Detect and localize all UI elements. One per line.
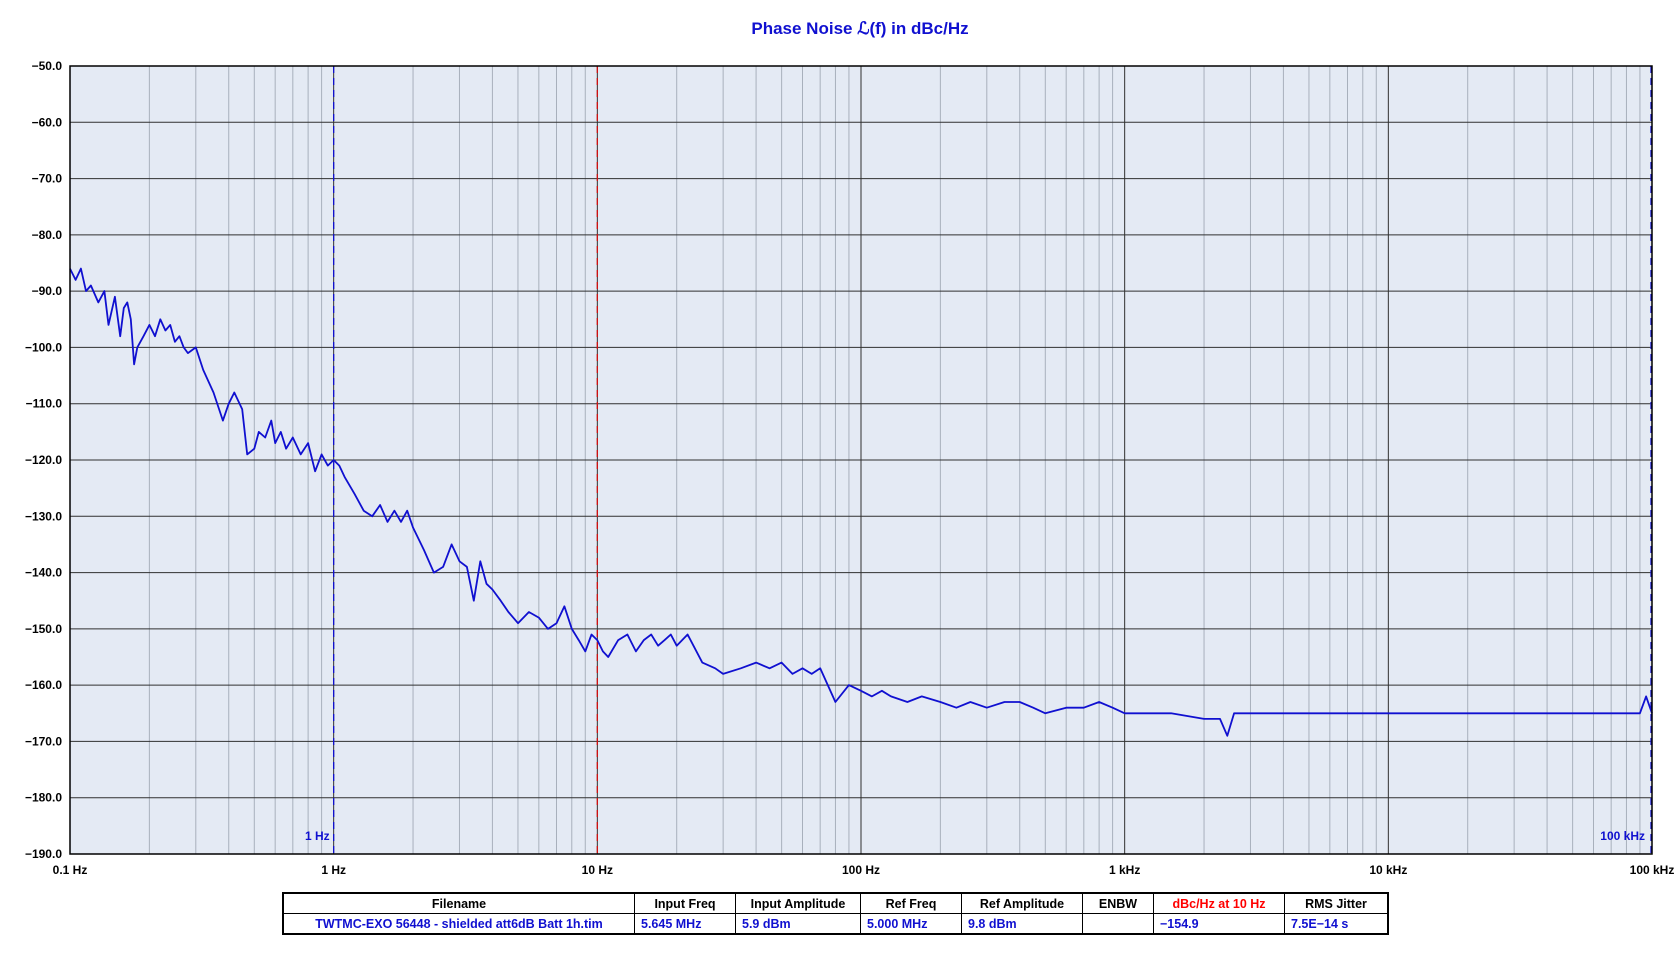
y-axis-ticks: −50.0 −60.0 −70.0 −80.0 −90.0 −100.0 −110.0 −12… [25,59,62,861]
x-axis-ticks: 0.1 Hz 1 Hz 10 Hz 100 Hz 1 kHz 10 kHz 100 kHz [53,863,1675,877]
value-ref-amplitude: 9.8 dBm [961,913,1083,935]
x-tick-label: 0.1 Hz [53,863,88,877]
value-input-freq: 5.645 MHz [634,913,736,935]
value-filename: TWTMC-EXO 56448 - shielded att6dB Batt 1… [282,913,635,935]
y-tick-label: −190.0 [25,847,62,861]
value-rms-jitter: 7.5E−14 s [1284,913,1389,935]
marker-label: 1 Hz [305,829,330,843]
y-tick-label: −60.0 [32,115,63,129]
header-input-amplitude: Input Amplitude [735,892,861,914]
y-tick-label: −160.0 [25,678,62,692]
x-tick-label: 100 kHz [1630,863,1675,877]
y-tick-label: −180.0 [25,791,62,805]
y-tick-label: −130.0 [25,509,62,523]
x-tick-label: 100 Hz [842,863,880,877]
header-dbc-at-10hz: dBc/Hz at 10 Hz [1153,892,1285,914]
info-value-row: TWTMC-EXO 56448 - shielded att6dB Batt 1… [282,913,1389,935]
value-dbc-at-10hz: −154.9 [1153,913,1285,935]
value-ref-freq: 5.000 MHz [860,913,962,935]
y-tick-label: −70.0 [32,172,63,186]
x-tick-label: 10 kHz [1369,863,1407,877]
header-input-freq: Input Freq [634,892,736,914]
header-enbw: ENBW [1082,892,1154,914]
x-tick-label: 1 kHz [1109,863,1140,877]
header-filename: Filename [282,892,635,914]
value-input-amplitude: 5.9 dBm [735,913,861,935]
marker-label: 100 kHz [1600,829,1645,843]
y-tick-label: −50.0 [32,59,63,73]
y-tick-label: −150.0 [25,622,62,636]
y-tick-label: −110.0 [26,397,63,411]
x-tick-label: 1 Hz [321,863,346,877]
x-tick-label: 10 Hz [582,863,613,877]
measurement-info-table: Filename Input Freq Input Amplitude Ref … [282,892,1389,935]
y-tick-label: −100.0 [25,340,62,354]
info-header-row: Filename Input Freq Input Amplitude Ref … [282,892,1389,914]
y-tick-label: −80.0 [32,228,63,242]
header-rms-jitter: RMS Jitter [1284,892,1389,914]
y-tick-label: −90.0 [32,284,63,298]
header-ref-freq: Ref Freq [860,892,962,914]
y-tick-label: −140.0 [25,566,62,580]
y-tick-label: −170.0 [25,734,62,748]
phase-noise-chart: Phase Noise ℒ(f) in dBc/Hz 1 Hz 100 kHz −… [25,19,1675,877]
chart-title: Phase Noise ℒ(f) in dBc/Hz [751,19,968,38]
y-tick-label: −120.0 [25,453,62,467]
value-enbw [1082,913,1154,935]
header-ref-amplitude: Ref Amplitude [961,892,1083,914]
